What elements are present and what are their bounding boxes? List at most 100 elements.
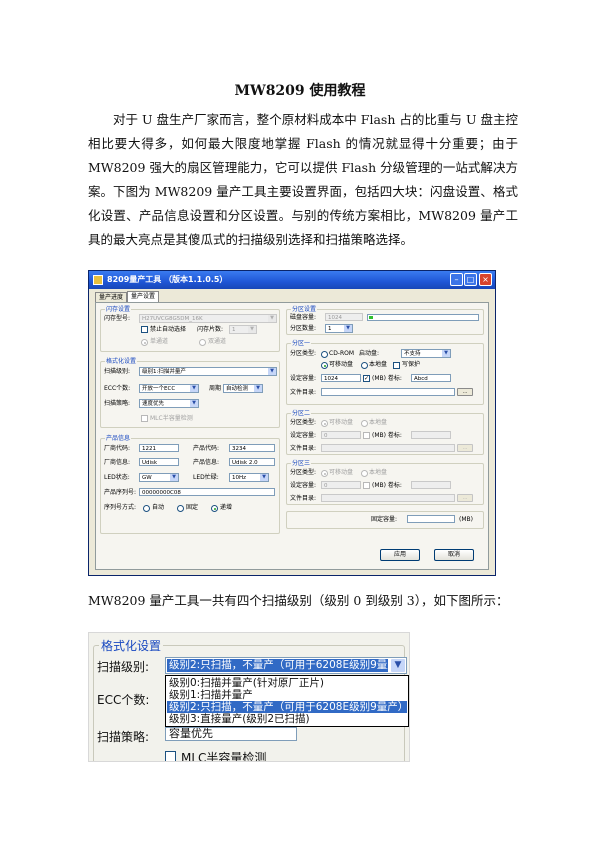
p1-browse-button[interactable]: ...: [457, 388, 473, 396]
p1-size-checkbox[interactable]: ✓: [363, 375, 370, 382]
p1-cdrom-radio[interactable]: [321, 351, 328, 358]
zoom-strategy-value: 容量优先: [169, 727, 213, 740]
p1-size-input[interactable]: 1024: [321, 374, 361, 382]
led-blink-select[interactable]: 10Hz ▼: [229, 473, 269, 482]
p1-volume-input[interactable]: Abcd: [411, 374, 451, 382]
chevron-down-icon: ▼: [254, 385, 262, 392]
p1-write-protect-checkbox[interactable]: [393, 362, 400, 369]
p2-browse-button[interactable]: ...: [457, 444, 473, 452]
chip-count-label: 闪存片数:: [197, 326, 224, 333]
minimize-icon[interactable]: –: [450, 273, 463, 286]
p1-boot-select[interactable]: 不支持 ▼: [401, 349, 451, 358]
zoom-mlc-half-checkbox[interactable]: [165, 751, 176, 761]
partition-group-title: 分区设置: [291, 306, 318, 313]
chevron-down-icon: ▼: [442, 350, 450, 357]
p2-local-label: 本地盘: [369, 419, 388, 426]
cancel-button[interactable]: 取消: [434, 549, 474, 561]
flash-model-label: 闪存型号:: [104, 315, 131, 322]
p2-size-input[interactable]: 0: [321, 431, 361, 439]
partition-count-label: 分区数量:: [290, 325, 317, 332]
product-code-label: 产品代码:: [193, 445, 220, 452]
vendor-info-label: 厂商信息:: [104, 459, 131, 466]
partition1-group: 分区一 分区类型: CD-ROM 启动盘: 不支持 ▼ 可移动盘 本地盘 写保护…: [286, 340, 484, 405]
apply-button[interactable]: 应用: [380, 549, 420, 561]
serial-auto-label: 自动: [152, 504, 165, 511]
zoom-scan-level-select[interactable]: 级别2:只扫描，不量产（可用于6208E级别9量产） ▼: [165, 657, 407, 674]
window-title: 8209量产工具 （版本1.1.0.5）: [107, 275, 228, 284]
flash-settings-group: 闪存设置 闪存型号: H27UVCG8G5DM_16K ▼ 禁止自动选择 闪存片…: [100, 306, 280, 352]
maximize-icon[interactable]: □: [464, 273, 477, 286]
p3-volume-input[interactable]: [411, 481, 451, 489]
p2-size-checkbox[interactable]: [363, 432, 370, 439]
doc-title: MW8209 使用教程: [234, 83, 366, 99]
product-info-input[interactable]: Udisk 2.0: [229, 458, 275, 466]
p1-boot-label: 启动盘:: [359, 350, 380, 357]
zoom-format-group-title: 格式化设置: [99, 637, 164, 654]
chevron-down-icon: ▼: [190, 385, 198, 392]
p1-dir-input[interactable]: [321, 388, 455, 396]
p2-dir-input[interactable]: [321, 444, 455, 452]
scan-level-select[interactable]: 级别1:扫描并量产 ▼: [139, 367, 277, 376]
zoom-mlc-half-label: MLC半容量检测: [181, 751, 267, 762]
partition2-group: 分区二 分区类型: 可移动盘 本地盘 设定容量: 0 (MB) 卷标: 文件目录…: [286, 410, 484, 455]
scan-level-option-3[interactable]: 级别3:直接量产(级别2已扫描): [167, 713, 407, 725]
serial-auto-radio[interactable]: [143, 505, 150, 512]
partition-count-select[interactable]: 1 ▼: [325, 324, 353, 333]
led-state-label: LED状态:: [104, 474, 130, 481]
p3-local-radio[interactable]: [361, 470, 368, 477]
scan-level-option-1[interactable]: 级别1:扫描并量产: [167, 689, 407, 701]
p3-removable-radio[interactable]: [321, 470, 328, 477]
serial-fixed-radio[interactable]: [177, 505, 184, 512]
scan-level-zoom-screenshot: 格式化设置 扫描级别: 级别2:只扫描，不量产（可用于6208E级别9量产） ▼…: [88, 632, 410, 762]
p3-dir-label: 文件目录:: [290, 495, 317, 502]
cycle-select[interactable]: 自动检测 ▼: [223, 384, 263, 393]
single-channel-radio[interactable]: [141, 339, 148, 346]
ecc-select[interactable]: 开放一个ECC ▼: [139, 384, 199, 393]
p1-local-label: 本地盘: [369, 361, 388, 368]
p2-local-radio[interactable]: [361, 420, 368, 427]
p3-size-checkbox[interactable]: [363, 482, 370, 489]
product-info-group: 产品信息 厂商代码: 1221 产品代码: 3234 厂商信息: Udisk 产…: [100, 435, 280, 534]
fixed-capacity-input[interactable]: [407, 515, 455, 523]
p3-dir-input[interactable]: [321, 494, 455, 502]
p3-size-input[interactable]: 0: [321, 481, 361, 489]
p3-size-label: 设定容量:: [290, 482, 317, 489]
vendor-code-label: 厂商代码:: [104, 445, 131, 452]
p1-local-radio[interactable]: [361, 362, 368, 369]
zoom-strategy-select[interactable]: 容量优先: [165, 727, 297, 741]
p1-removable-radio[interactable]: [321, 362, 328, 369]
p2-volume-input[interactable]: [411, 431, 451, 439]
p2-removable-radio[interactable]: [321, 420, 328, 427]
flash-model-value: H27UVCG8G5DM_16K: [142, 316, 203, 322]
tab-progress[interactable]: 量产进度: [95, 292, 128, 302]
vendor-code-input[interactable]: 1221: [139, 444, 179, 452]
scan-level-dropdown-list: 级别0:扫描并量产(针对原厂正片) 级别1:扫描并量产 级别2:只扫描，不量产（…: [165, 675, 409, 727]
p3-type-label: 分区类型:: [290, 469, 317, 476]
chevron-down-icon: ▼: [260, 474, 268, 481]
disk-capacity-input: 1024: [325, 313, 363, 321]
flash-group-title: 闪存设置: [105, 306, 132, 313]
chip-count-value: 1: [232, 327, 236, 333]
auto-select-checkbox[interactable]: [141, 326, 148, 333]
tab-settings[interactable]: 量产设置: [127, 291, 160, 302]
p3-browse-button[interactable]: ...: [457, 494, 473, 502]
flash-model-select[interactable]: H27UVCG8G5DM_16K ▼: [139, 314, 277, 323]
dual-channel-radio[interactable]: [199, 339, 206, 346]
product-code-input[interactable]: 3234: [229, 444, 275, 452]
led-blink-label: LED忙碌:: [193, 474, 219, 481]
partition-count-value: 1: [328, 326, 332, 332]
serial-input[interactable]: 00000000C08: [139, 488, 275, 496]
scan-level-option-0[interactable]: 级别0:扫描并量产(针对原厂正片): [167, 677, 407, 689]
p1-size-label: 设定容量:: [290, 375, 317, 382]
p1-removable-label: 可移动盘: [329, 361, 354, 368]
led-state-select[interactable]: GW ▼: [139, 473, 179, 482]
strategy-select[interactable]: 速度优先 ▼: [139, 399, 199, 408]
mlc-half-checkbox[interactable]: [141, 415, 148, 422]
vendor-info-input[interactable]: Udisk: [139, 458, 179, 466]
close-icon[interactable]: ×: [479, 273, 492, 286]
scan-level-option-2[interactable]: 级别2:只扫描，不量产（可用于6208E级别9量产）: [167, 701, 407, 713]
serial-increment-radio[interactable]: [211, 505, 218, 512]
p2-dir-label: 文件目录:: [290, 445, 317, 452]
product-group-title: 产品信息: [105, 435, 132, 442]
chip-count-select[interactable]: 1 ▼: [229, 325, 257, 334]
